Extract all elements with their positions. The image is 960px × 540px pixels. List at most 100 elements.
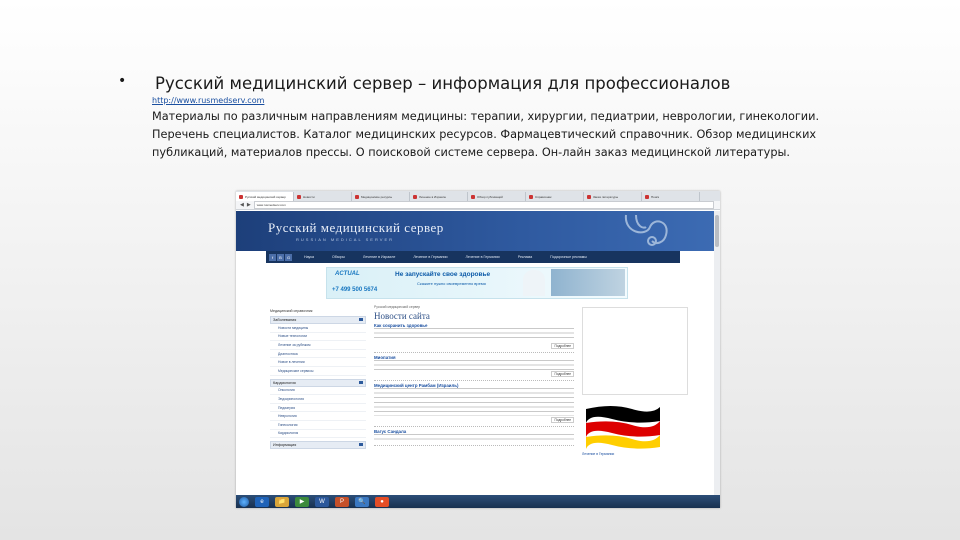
chevron-icon [359, 443, 363, 447]
sidebar-item[interactable]: Диагностика [270, 350, 366, 359]
favicon-icon [355, 194, 359, 199]
powerpoint-icon[interactable]: P [335, 496, 349, 507]
browser-tab[interactable]: Русский медицинский сервер [236, 192, 294, 201]
ad-banner[interactable]: ACTUAL +7 499 500 5674 Не запускайте сво… [326, 267, 628, 299]
tab-label: Обзор публикаций [477, 194, 503, 199]
browser-tab[interactable]: Заказ литературы [584, 192, 642, 201]
nav-item[interactable]: Лечение в Германии [404, 255, 456, 259]
tab-label: Медицинские ресурсы [361, 194, 393, 199]
ie-icon[interactable]: e [255, 496, 269, 507]
article-text [374, 434, 574, 442]
doctor-image [523, 270, 545, 296]
ad-logo: ACTUAL [335, 271, 360, 277]
sidebar-item[interactable]: Кардиология [270, 430, 366, 439]
sidebar-item[interactable]: Педиатрия [270, 404, 366, 413]
site-subtitle: RUSSIAN MEDICAL SERVER [296, 237, 395, 242]
news-heading: Новости сайта [374, 311, 430, 321]
browser-tab[interactable]: Обзор публикаций [468, 192, 526, 201]
favicon-icon [413, 194, 417, 199]
nav-item[interactable]: Лечение в Германии [457, 255, 509, 259]
search-icon[interactable]: 🔍 [355, 496, 369, 507]
site-banner: Русский медицинский сервер RUSSIAN MEDIC… [236, 211, 714, 251]
read-more-button[interactable]: Подробнее [551, 343, 574, 349]
nav-item[interactable]: Реклама [509, 255, 541, 259]
windows-taskbar: e 📁 ▶ W P 🔍 ● [236, 495, 720, 508]
right-caption[interactable]: Лечение в Германии [582, 452, 672, 456]
article-text [374, 388, 574, 416]
browser-icon[interactable]: ● [375, 496, 389, 507]
word-icon[interactable]: W [315, 496, 329, 507]
right-ad-box [582, 307, 688, 395]
url-input[interactable]: www.rusmedserv.com [253, 201, 714, 209]
sidebar-item[interactable]: Новое в лечении [270, 358, 366, 367]
sidebar-section-head[interactable]: Кардиология [270, 378, 366, 387]
forward-icon[interactable]: ▶ [247, 202, 251, 208]
sidebar-section-head[interactable]: Информация [270, 441, 366, 450]
sidebar-item[interactable]: Новые технологии [270, 333, 366, 342]
news-article: Как сохранить здоровье Подробнее [374, 321, 574, 353]
sidebar-item[interactable]: Лечение за рубежом [270, 341, 366, 350]
nav-item[interactable]: Подарочные рекламы [541, 255, 596, 259]
favicon-icon [239, 194, 243, 199]
browser-tab[interactable]: Медицинские ресурсы [352, 192, 410, 201]
media-icon[interactable]: ▶ [295, 496, 309, 507]
favicon-icon [297, 194, 301, 199]
favicon-icon [645, 194, 649, 199]
sidebar-section-label: Кардиология [273, 380, 296, 385]
slide-url-link[interactable]: http://www.rusmedserv.com [152, 96, 264, 105]
site-title[interactable]: Русский медицинский сервер [268, 220, 444, 236]
browser-tab[interactable]: Лечение в Израиле [410, 192, 468, 201]
nav-item[interactable]: Обзоры [323, 255, 354, 259]
sidebar-item[interactable]: Эндокринология [270, 395, 366, 404]
back-icon[interactable]: ◀ [240, 202, 244, 208]
sidebar-section-label: Заболевания [273, 318, 297, 322]
browser-tab[interactable]: Справочник [526, 192, 584, 201]
flag-icon [586, 406, 660, 449]
left-sidebar: Медицинский справочник Заболевания Новос… [270, 309, 366, 450]
slide-title: Русский медицинский сервер – информация … [155, 74, 731, 93]
nav-item[interactable]: Лечение в Израиле [354, 255, 404, 259]
tab-label: Русский медицинский сервер [245, 194, 286, 199]
news-article: Медицинский центр Рамбам (Израиль) Подро… [374, 381, 574, 427]
favicon-icon [471, 194, 475, 199]
browser-tab-bar: Русский медицинский сервер Новости Медиц… [236, 191, 720, 201]
sidebar-section-head[interactable]: Заболевания [270, 316, 366, 324]
ad-headline: Не запускайте свое здоровье [395, 271, 491, 278]
browser-tab[interactable]: Поиск [642, 192, 700, 201]
site-nav: f В G Наука Обзоры Лечение в Израиле Леч… [266, 251, 680, 263]
sidebar-item[interactable]: Неврология [270, 412, 366, 421]
sidebar-item[interactable]: Медицинские сервисы [270, 367, 366, 376]
nav-item[interactable]: Наука [295, 255, 323, 259]
ad-subtext: Скажите нужно своевременно время [417, 281, 486, 286]
news-article: Вагус Сандала [374, 427, 574, 446]
read-more-button[interactable]: Подробнее [551, 371, 574, 377]
ad-phone: +7 499 500 5674 [332, 287, 378, 293]
tab-label: Заказ литературы [593, 194, 619, 199]
start-button[interactable] [239, 496, 249, 507]
news-article: Миопатия Подробнее [374, 353, 574, 381]
tab-label: Поиск [651, 194, 660, 199]
germany-flag-image[interactable] [582, 403, 662, 449]
scroll-thumb[interactable] [715, 215, 719, 247]
folder-icon[interactable]: 📁 [275, 496, 289, 507]
page-scrollbar[interactable] [714, 211, 720, 495]
article-text [374, 328, 574, 342]
facebook-icon[interactable]: f [269, 253, 276, 261]
social-links: f В G [266, 253, 295, 261]
sidebar-item[interactable]: Гинекология [270, 421, 366, 430]
slide-description: Материалы по различным направлениям меди… [152, 110, 820, 159]
chevron-icon [359, 380, 363, 384]
tab-label: Новости [303, 194, 315, 199]
browser-tab[interactable]: Новости [294, 192, 352, 201]
google-icon[interactable]: G [285, 253, 292, 261]
sidebar-item[interactable]: Новости медицины [270, 324, 366, 333]
ad-building-image [551, 269, 625, 296]
favicon-icon [529, 194, 533, 199]
vk-icon[interactable]: В [277, 253, 284, 261]
stethoscope-icon [624, 214, 668, 246]
read-more-button[interactable]: Подробнее [551, 417, 574, 423]
sidebar-top-link[interactable]: Медицинский справочник [270, 309, 366, 313]
breadcrumb[interactable]: Русский медицинский сервер [374, 305, 574, 309]
sidebar-item[interactable]: Онкология [270, 387, 366, 396]
right-sidebar: Лечение в Германии [582, 307, 688, 456]
